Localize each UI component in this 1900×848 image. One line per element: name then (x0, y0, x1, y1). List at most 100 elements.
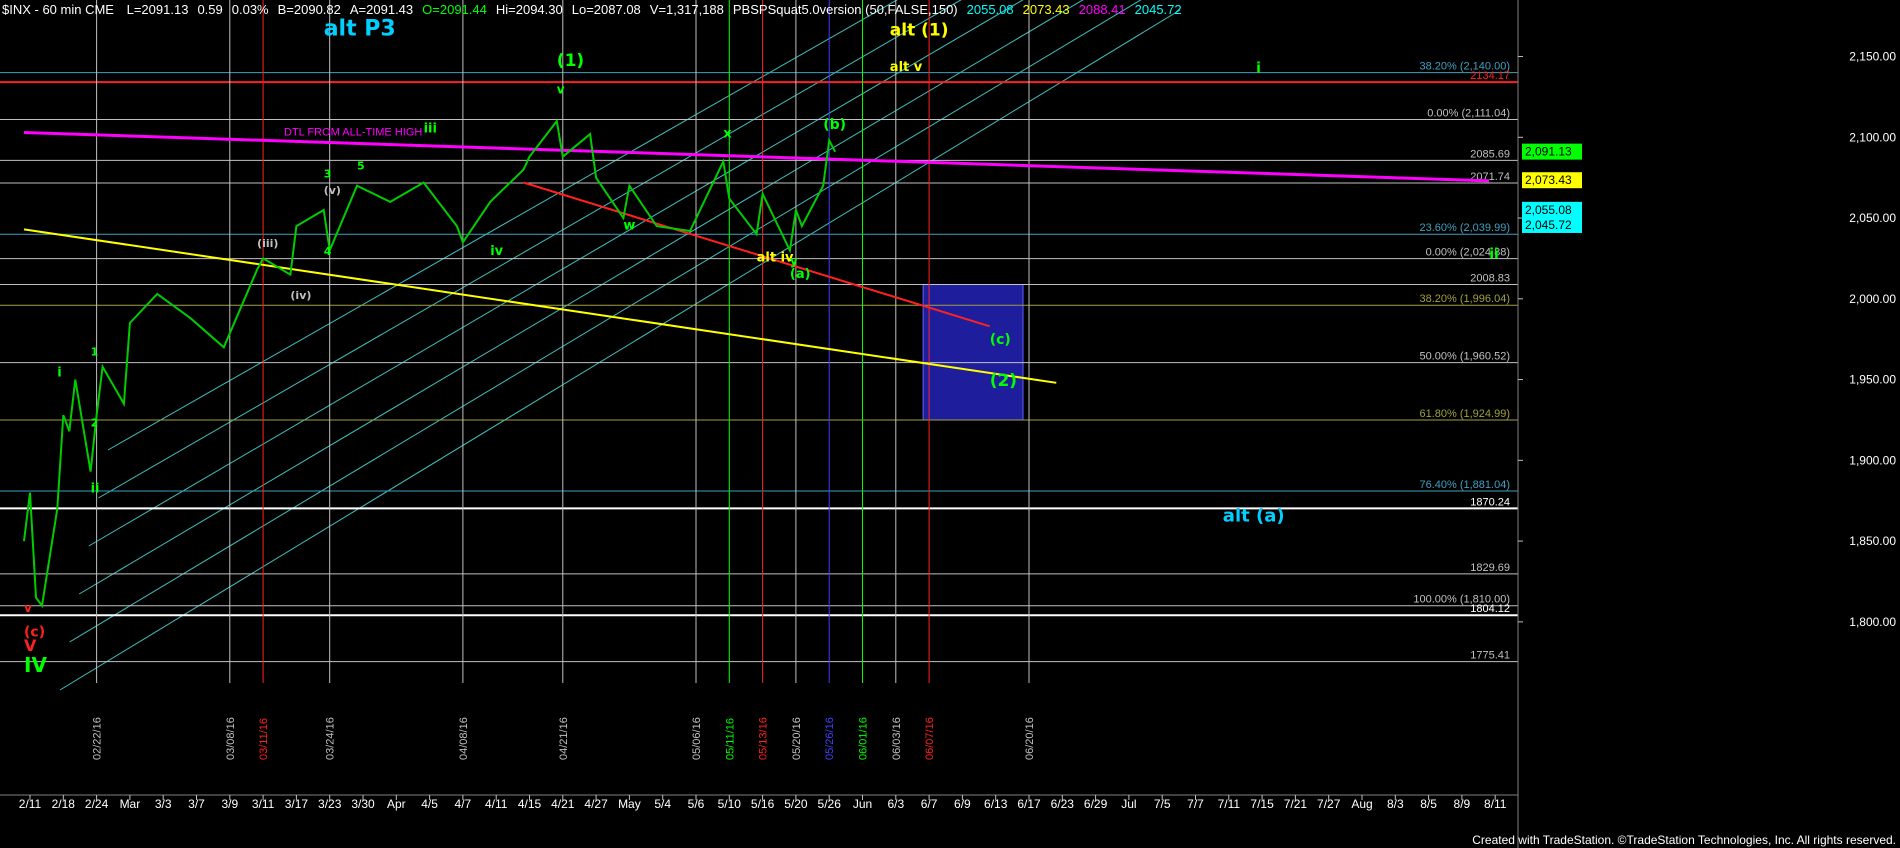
wave-label: iv (490, 244, 503, 259)
x-tick-label: Jun (853, 797, 872, 811)
x-tick-label: 4/11 (485, 797, 508, 811)
x-tick-label: 6/23 (1051, 797, 1075, 811)
x-tick-label: 8/11 (1484, 797, 1507, 811)
price-level-label: 2008.83 (1470, 273, 1510, 285)
x-tick-label: 3/3 (155, 797, 172, 811)
y-tick-label: 1,800.00 (1849, 615, 1896, 629)
price-level-label: 1829.69 (1470, 562, 1510, 574)
y-tick-label: 1,850.00 (1849, 534, 1896, 548)
x-tick-label: Jul (1121, 797, 1136, 811)
vertical-marker-date: 03/24/16 (325, 717, 337, 760)
wave-label: w (623, 218, 635, 233)
vertical-marker-date: 06/07/16 (924, 717, 936, 760)
wave-label: (c) (990, 332, 1011, 348)
x-tick-label: 6/29 (1084, 797, 1108, 811)
vertical-marker-date: 02/22/16 (92, 717, 104, 760)
wave-label: (a) (790, 267, 811, 282)
chart-header: $INX - 60 min CME L=2091.13 0.59 0.03% B=20… (2, 2, 1182, 17)
price-chart[interactable]: 38.20% (2,140.00)2134.170.00% (2,111.04)… (0, 0, 1900, 848)
wave-label: alt P3 (324, 17, 396, 42)
trendline-label: DTL FROM ALL-TIME HIGH (284, 127, 422, 139)
wave-label: v (24, 601, 32, 615)
x-tick-label: 7/7 (1187, 797, 1204, 811)
vertical-marker-date: 06/01/16 (858, 717, 870, 760)
x-tick-label: 7/5 (1154, 797, 1171, 811)
footer-credit: Created with TradeStation. ©TradeStation… (1472, 833, 1896, 847)
x-tick-label: 4/5 (421, 797, 438, 811)
x-tick-label: 7/21 (1284, 797, 1308, 811)
vertical-marker-date: 05/13/16 (758, 717, 770, 760)
wave-label: i (1256, 61, 1261, 77)
wave-label: (1) (557, 51, 584, 71)
vertical-marker-date: 06/20/16 (1024, 717, 1036, 760)
y-tick-label: 2,050.00 (1849, 211, 1896, 225)
x-tick-label: 8/5 (1420, 797, 1437, 811)
header-field: 0.03% (231, 2, 269, 17)
y-tick-label: 2,150.00 (1849, 50, 1896, 64)
price-level-label: 1870.24 (1470, 496, 1510, 508)
price-level-label: 2134.17 (1470, 70, 1510, 82)
vertical-marker-date: 05/26/16 (824, 717, 836, 760)
chart-window: 38.20% (2,140.00) 2134.17 0.00% (2,111.04)… (0, 0, 1900, 848)
axis-tag-label: 2,073.43 (1525, 173, 1572, 187)
price-level-label: 2085.69 (1470, 148, 1510, 160)
y-tick-label: 1,950.00 (1849, 373, 1896, 387)
price-level-label: 50.00% (1,960.52) (1419, 351, 1510, 363)
x-tick-label: 6/9 (954, 797, 971, 811)
x-tick-label: 3/17 (285, 797, 309, 811)
x-tick-label: 7/27 (1317, 797, 1341, 811)
price-level-label: 1804.12 (1470, 603, 1510, 615)
header-field: V=1,317,188 (649, 2, 724, 17)
vertical-marker-date: 05/11/16 (724, 718, 736, 760)
x-tick-label: 8/9 (1454, 797, 1471, 811)
x-tick-label: 3/11 (252, 797, 275, 811)
x-tick-label: 7/11 (1218, 797, 1241, 811)
wave-label: 4 (324, 245, 332, 258)
wave-label: alt (a) (1223, 506, 1285, 527)
wave-label: (v) (324, 184, 341, 197)
x-tick-label: 4/27 (584, 797, 608, 811)
vertical-marker-date: 06/03/16 (891, 717, 903, 760)
vertical-marker-date: 03/11/16 (258, 718, 270, 760)
price-level-label: 38.20% (1,996.04) (1419, 293, 1510, 305)
x-tick-label: 2/11 (19, 797, 42, 811)
x-tick-label: 6/7 (921, 797, 938, 811)
price-level-label: 76.40% (1,881.04) (1419, 479, 1510, 491)
wave-label: 2 (91, 416, 99, 429)
header-field: 2073.43 (1022, 2, 1070, 17)
header-field: Hi=2094.30 (495, 2, 563, 17)
x-tick-label: 4/15 (518, 797, 542, 811)
x-tick-label: 5/16 (751, 797, 775, 811)
wave-label: v (557, 83, 565, 97)
x-tick-label: 6/17 (1017, 797, 1041, 811)
header-field: L=2091.13 (126, 2, 189, 17)
price-level-label: 61.80% (1,924.99) (1419, 408, 1510, 420)
header-field: 2055.08 (966, 2, 1014, 17)
header-field: PBSPSquat5.0version (50,FALSE,150) (732, 2, 958, 17)
header-field: 2045.72 (1134, 2, 1182, 17)
price-level-label: 23.60% (2,039.99) (1419, 222, 1510, 234)
x-tick-label: 6/13 (984, 797, 1008, 811)
x-tick-label: 5/4 (654, 797, 671, 811)
x-tick-label: 3/23 (318, 797, 342, 811)
vertical-marker-date: 03/08/16 (225, 717, 237, 760)
wave-label: ii (91, 482, 100, 497)
wave-label: (iii) (257, 237, 278, 250)
wave-label: alt iv (757, 251, 794, 266)
x-tick-label: May (618, 797, 641, 811)
axis-tag-label: 2,055.08 (1525, 203, 1572, 217)
x-tick-label: 5/20 (784, 797, 808, 811)
x-tick-label: 7/15 (1250, 797, 1274, 811)
x-tick-label: 2/18 (52, 797, 76, 811)
vertical-marker-date: 05/20/16 (791, 717, 803, 760)
wave-label: iii (424, 121, 437, 136)
x-tick-label: Apr (387, 797, 406, 811)
x-tick-label: 2/24 (85, 797, 109, 811)
y-tick-label: 2,100.00 (1849, 130, 1896, 144)
last-price-label: 2,091.13 (1525, 145, 1572, 159)
vertical-marker-date: 04/21/16 (558, 717, 570, 760)
header-field: B=2090.82 (277, 2, 341, 17)
wave-label: 1 (91, 345, 99, 358)
header-field: Lo=2087.08 (571, 2, 641, 17)
wave-label: alt (1) (890, 21, 949, 41)
